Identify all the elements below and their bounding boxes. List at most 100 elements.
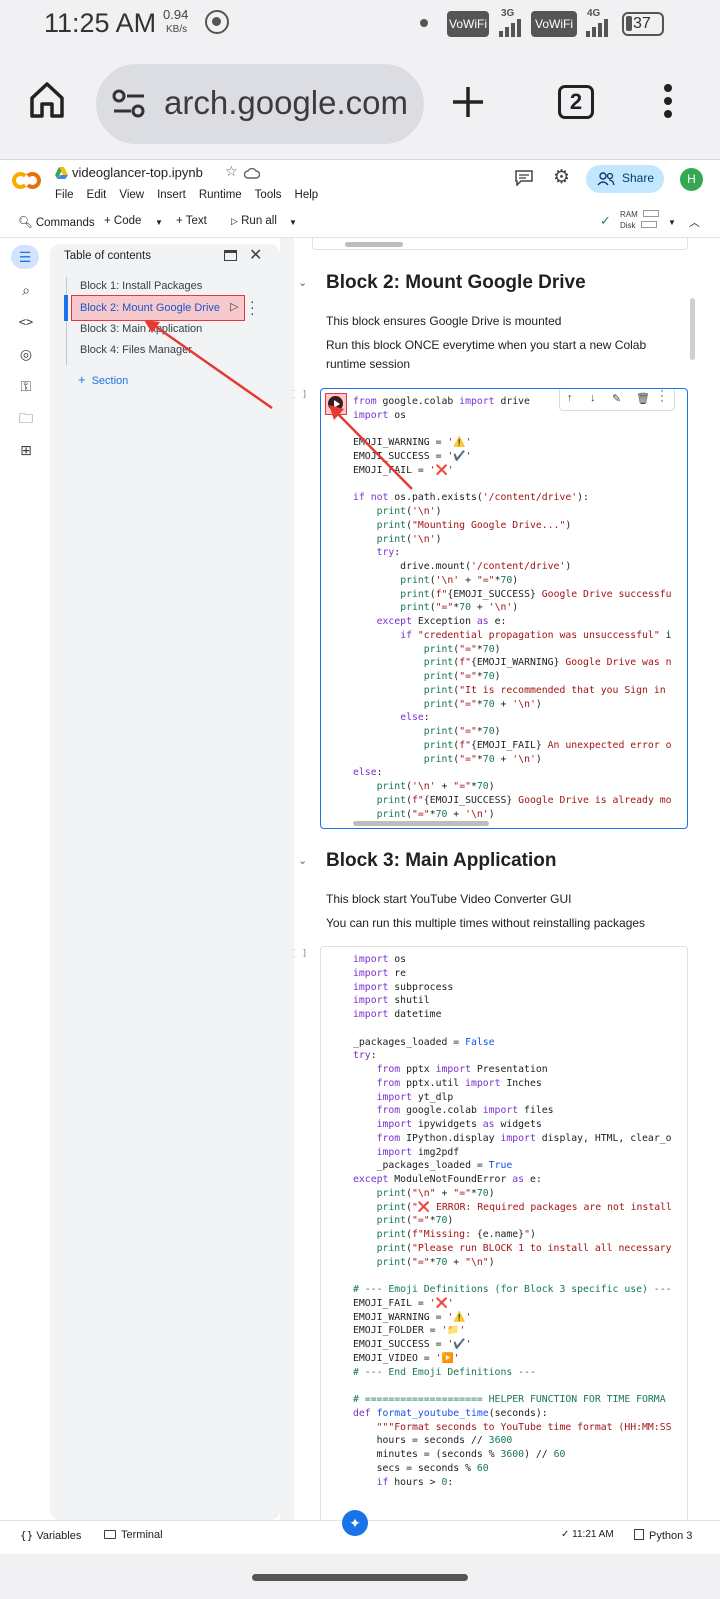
data-table-icon[interactable]: ⊞ [13, 438, 39, 462]
menu-insert[interactable]: Insert [157, 189, 186, 201]
add-text-button[interactable]: + Text [176, 215, 207, 227]
colab-header: videoglancer-top.ipynb ☆ File Edit View Ins… [0, 160, 720, 208]
battery-icon: 37 [622, 12, 664, 36]
run-section-icon[interactable]: ▷ [230, 300, 238, 313]
previous-cell-bottom [312, 238, 688, 250]
site-settings-icon[interactable] [112, 89, 146, 119]
table-of-contents-icon[interactable]: ☰ [11, 245, 39, 269]
star-icon[interactable]: ☆ [225, 163, 238, 180]
vowifi-badge: VoWiFi [531, 11, 577, 37]
variables-icon: {} [20, 1529, 34, 1542]
close-icon[interactable]: ✕ [249, 245, 262, 265]
new-tab-icon[interactable] [451, 85, 485, 119]
add-section-button[interactable]: + Section [78, 372, 128, 387]
share-label: Share [622, 171, 655, 185]
block3-instruction: You can run this multiple times without … [326, 916, 646, 930]
secrets-icon[interactable]: ◎ [13, 342, 39, 366]
add-code-button[interactable]: + Code [104, 215, 141, 227]
folder-icon[interactable]: 🗀 [13, 406, 39, 430]
terminal-button[interactable]: Terminal [104, 1529, 163, 1541]
gemini-sparkle-icon[interactable]: ✦ [342, 1510, 368, 1536]
chevron-down-icon[interactable]: ▼ [668, 218, 676, 227]
commands-button[interactable]: 🔍︎ Commands [18, 215, 95, 229]
toc-item-block-2[interactable]: Block 2: Mount Google Drive ▷ [71, 295, 245, 321]
tab-switcher-button[interactable]: 2 [558, 85, 594, 119]
annotation-arrow [329, 405, 413, 490]
code-cell-block-3[interactable]: import os import re import subprocess im… [320, 946, 688, 1520]
play-icon: ▷ [231, 216, 238, 226]
battery-level: 37 [633, 15, 651, 32]
kernel-indicator[interactable]: Python 3 [634, 1529, 692, 1542]
colab-logo-icon[interactable] [12, 170, 44, 190]
toc-active-indicator [64, 295, 68, 321]
collapse-chevron-icon[interactable]: ⌄ [298, 276, 307, 289]
scrollbar-thumb[interactable] [690, 298, 695, 360]
notebook-toolbar: 🔍︎ Commands + Code ▼ + Text ▷ Run all ▼ … [0, 208, 720, 238]
more-options-icon[interactable]: · · · [250, 294, 255, 320]
toc-item-label: Block 2: Mount Google Drive [80, 302, 221, 314]
address-bar[interactable]: arch.google.com [96, 64, 424, 144]
cell-more-icon[interactable]: · · · [660, 389, 664, 406]
code-snippets-icon[interactable]: <> [13, 310, 39, 334]
share-button[interactable]: Share [586, 165, 664, 193]
delete-icon[interactable]: 🗑︎ [636, 392, 650, 405]
google-drive-icon [55, 167, 68, 179]
settings-gear-icon[interactable]: ⚙ [553, 166, 570, 189]
system-navigation-bar [0, 1554, 720, 1599]
disk-label: Disk [620, 221, 636, 230]
menu-file[interactable]: File [55, 189, 74, 201]
key-icon[interactable]: ⚿ [13, 374, 39, 398]
check-icon: ✓ [561, 1529, 570, 1540]
chevron-up-icon[interactable]: ︿ [689, 214, 700, 230]
resource-meter[interactable]: RAM Disk [620, 209, 659, 231]
connected-check-icon: ✓ [600, 213, 611, 228]
menu-view[interactable]: View [119, 189, 144, 201]
comment-icon[interactable] [515, 170, 533, 186]
panel-gutter [280, 238, 294, 1520]
block3-description: This block start YouTube Video Converter… [326, 892, 572, 906]
signal-icon [586, 19, 608, 37]
move-down-icon[interactable]: ↓ [590, 392, 596, 404]
net-speed-value: 0.94 [163, 7, 189, 22]
move-up-icon[interactable]: ↑ [567, 392, 573, 404]
status-bar: 11:25 AM 0.94 KB/s VoWiFi 3G VoWiFi 4G 3… [0, 0, 720, 48]
home-icon[interactable] [28, 80, 66, 120]
network-type-label: 3G [501, 8, 515, 19]
run-all-button[interactable]: ▷ Run all [231, 215, 277, 227]
cloud-saved-icon [244, 167, 260, 179]
toc-item-block-1[interactable]: Block 1: Install Packages [80, 280, 202, 292]
menu-tools[interactable]: Tools [255, 189, 282, 201]
home-gesture-handle[interactable] [252, 1574, 468, 1581]
ram-label: RAM [620, 210, 638, 219]
notebook-title[interactable]: videoglancer-top.ipynb [72, 165, 203, 180]
menu-help[interactable]: Help [295, 189, 319, 201]
table-of-contents-panel: Table of contents ✕ Block 1: Install Pac… [50, 244, 280, 1520]
collapse-chevron-icon[interactable]: ⌄ [298, 854, 307, 867]
find-replace-icon[interactable]: ⌕ [13, 278, 39, 302]
net-speed-unit: KB/s [166, 24, 188, 35]
cell-toolbar: ↑ ↓ ✎ 🗑︎ · · · [559, 389, 675, 411]
menu-bar: File Edit View Insert Runtime Tools Help [55, 185, 331, 203]
last-run-time: ✓ 11:21 AM [561, 1529, 614, 1540]
user-avatar[interactable]: H [680, 168, 703, 191]
terminal-icon [104, 1530, 116, 1539]
block2-heading: Block 2: Mount Google Drive [326, 272, 586, 293]
variables-button[interactable]: {} Variables [20, 1529, 81, 1542]
block2-description: This block ensures Google Drive is mount… [326, 314, 562, 328]
menu-runtime[interactable]: Runtime [199, 189, 242, 201]
open-in-tab-icon[interactable] [224, 250, 237, 261]
side-rail: ☰ ⌕ <> ◎ ⚿ 🗀 ⊞ [0, 238, 50, 1520]
notebook-area: ⌄ Block 2: Mount Google Drive This block… [294, 238, 704, 1520]
block3-heading: Block 3: Main Application [326, 850, 557, 871]
browser-menu-icon[interactable] [664, 84, 672, 124]
url-text: arch.google.com [164, 84, 408, 121]
menu-edit[interactable]: Edit [87, 189, 107, 201]
execution-count: [ ] [294, 949, 308, 959]
cell-source[interactable]: import os import re import subprocess im… [353, 953, 672, 1489]
chevron-down-icon[interactable]: ▼ [289, 218, 297, 227]
server-icon [634, 1529, 644, 1540]
status-time: 11:25 AM [44, 8, 157, 38]
chevron-down-icon[interactable]: ▼ [155, 218, 163, 227]
horizontal-scrollbar[interactable] [353, 821, 489, 826]
magic-wand-icon[interactable]: ✎ [612, 392, 621, 405]
